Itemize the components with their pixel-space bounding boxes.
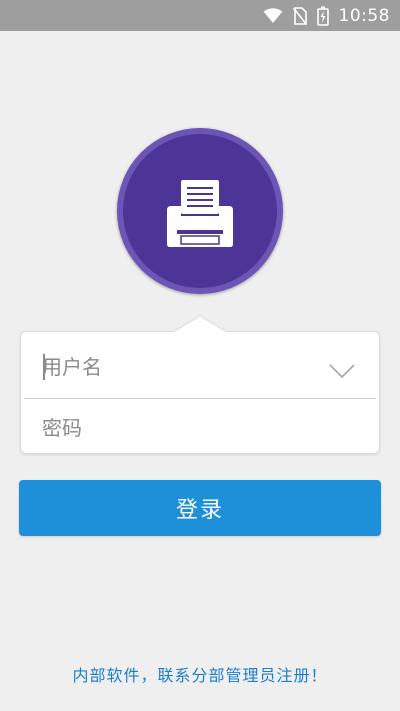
wifi-icon	[263, 7, 283, 24]
login-button[interactable]: 登录	[19, 480, 381, 536]
password-field	[20, 398, 380, 458]
status-time: 10:58	[338, 5, 390, 26]
status-icons: 10:58	[263, 0, 391, 31]
battery-charging-icon	[316, 6, 329, 26]
registration-notice: 内部软件，联系分部管理员注册！	[72, 666, 328, 685]
username-input[interactable]	[42, 347, 332, 387]
app-logo-inner	[123, 134, 277, 288]
username-field	[20, 337, 380, 397]
login-card	[20, 315, 380, 454]
no-sim-icon	[292, 6, 307, 25]
account-dropdown-button[interactable]	[324, 359, 360, 383]
card-pointer	[173, 315, 227, 333]
password-input[interactable]	[42, 408, 332, 448]
status-bar: 10:58	[0, 0, 400, 31]
chevron-down-icon	[329, 364, 355, 378]
app-logo	[117, 128, 283, 294]
